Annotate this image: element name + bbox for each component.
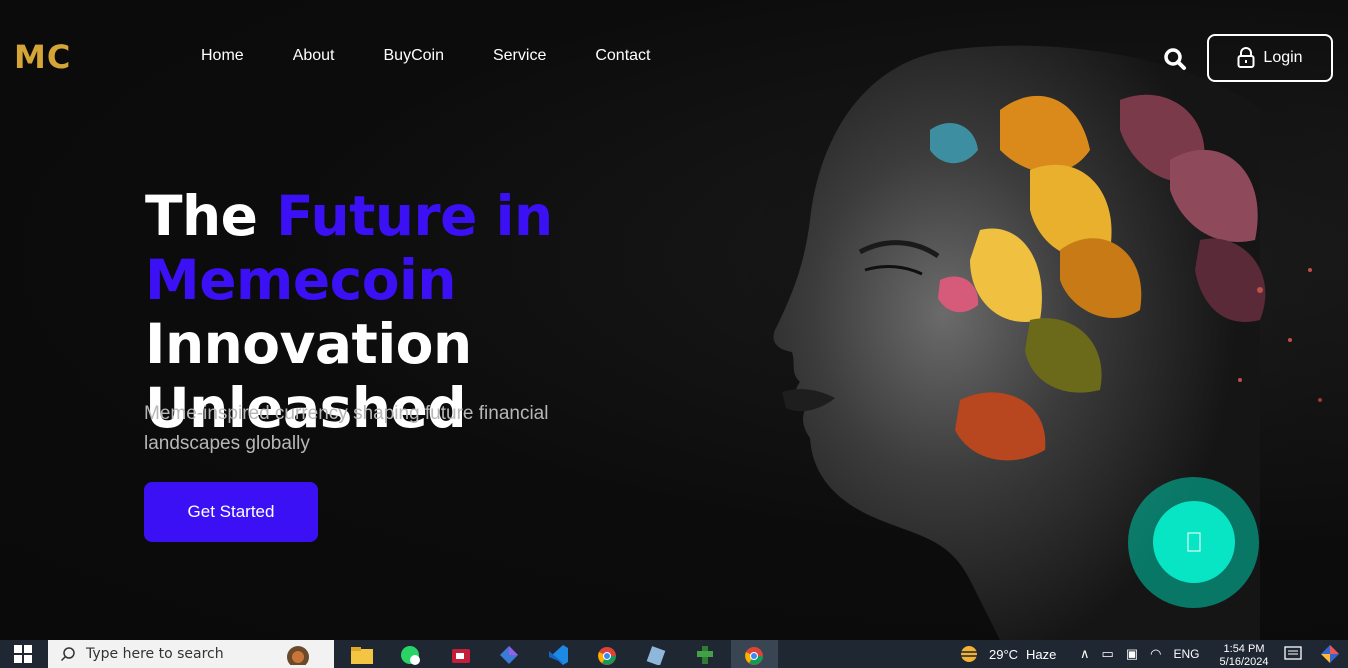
chat-icon [1187, 532, 1201, 552]
search-icon [1164, 48, 1186, 70]
notes-app-icon[interactable] [644, 643, 668, 666]
get-started-button[interactable]: Get Started [144, 482, 318, 542]
weather-widget[interactable]: 29°C Haze [957, 640, 1056, 668]
hero-title-accent1: Future in [276, 184, 553, 248]
main-nav: Home About BuyCoin Service Contact [201, 47, 650, 65]
login-label: Login [1263, 49, 1303, 66]
haze-weather-icon [959, 646, 979, 662]
clock-date: 5/16/2024 [1219, 656, 1269, 668]
taskbar-clock[interactable]: 1:54 PM 5/16/2024 [1212, 643, 1276, 668]
nav-contact[interactable]: Contact [595, 47, 650, 65]
vscode-icon[interactable] [546, 643, 570, 665]
screen-recorder-icon[interactable] [449, 643, 473, 665]
clock-time: 1:54 PM [1223, 643, 1265, 655]
camera-icon[interactable]: ▣ [1126, 646, 1138, 662]
notifications-button[interactable] [1284, 640, 1302, 668]
start-button[interactable] [0, 640, 46, 668]
search-highlight-image [270, 643, 326, 668]
chrome-icon[interactable] [595, 643, 619, 665]
weather-temp: 29°C [989, 646, 1019, 662]
site-logo[interactable]: MC [14, 38, 71, 76]
system-tray: ∧ ▭ ▣ ◠ ENG [1080, 640, 1199, 668]
hero-title-part1: The [145, 184, 277, 248]
calculator-icon[interactable] [693, 643, 717, 665]
search-icon [60, 647, 75, 662]
taskbar-active-app[interactable] [731, 640, 778, 668]
wifi-icon[interactable]: ◠ [1150, 646, 1161, 662]
copilot-icon [1321, 645, 1339, 663]
lock-icon [1237, 47, 1255, 68]
nav-home[interactable]: Home [201, 47, 244, 65]
login-button[interactable]: Login [1207, 34, 1333, 82]
search-button[interactable] [1162, 46, 1188, 72]
landing-page: MC Home About BuyCoin Service Contact Lo… [0, 0, 1348, 640]
weather-desc: Haze [1026, 646, 1057, 662]
nav-buycoin[interactable]: BuyCoin [384, 47, 444, 65]
nav-about[interactable]: About [293, 47, 335, 65]
notification-icon [1284, 646, 1302, 660]
nav-service[interactable]: Service [493, 47, 546, 65]
hero-subtitle: Meme-inspired currency shaping future fi… [144, 403, 549, 454]
chat-button[interactable] [1153, 501, 1235, 583]
file-explorer-icon[interactable] [350, 643, 374, 665]
taskbar-search-placeholder: Type here to search [86, 646, 224, 662]
hero-title-accent2: Memecoin [145, 248, 457, 312]
os-taskbar: Type here to search 29°C Haze ∧ ▭ ▣ ◠ EN… [0, 640, 1348, 668]
language-indicator[interactable]: ENG [1173, 647, 1199, 661]
chevron-up-icon[interactable]: ∧ [1080, 646, 1090, 662]
battery-icon[interactable]: ▭ [1102, 646, 1114, 662]
chrome-icon [745, 647, 763, 665]
windows-icon [14, 645, 32, 663]
whatsapp-icon[interactable] [398, 643, 422, 665]
copilot-tray-button[interactable] [1320, 640, 1340, 668]
hero-title-part2: Innovation [145, 312, 472, 376]
copilot-icon[interactable] [497, 643, 521, 665]
